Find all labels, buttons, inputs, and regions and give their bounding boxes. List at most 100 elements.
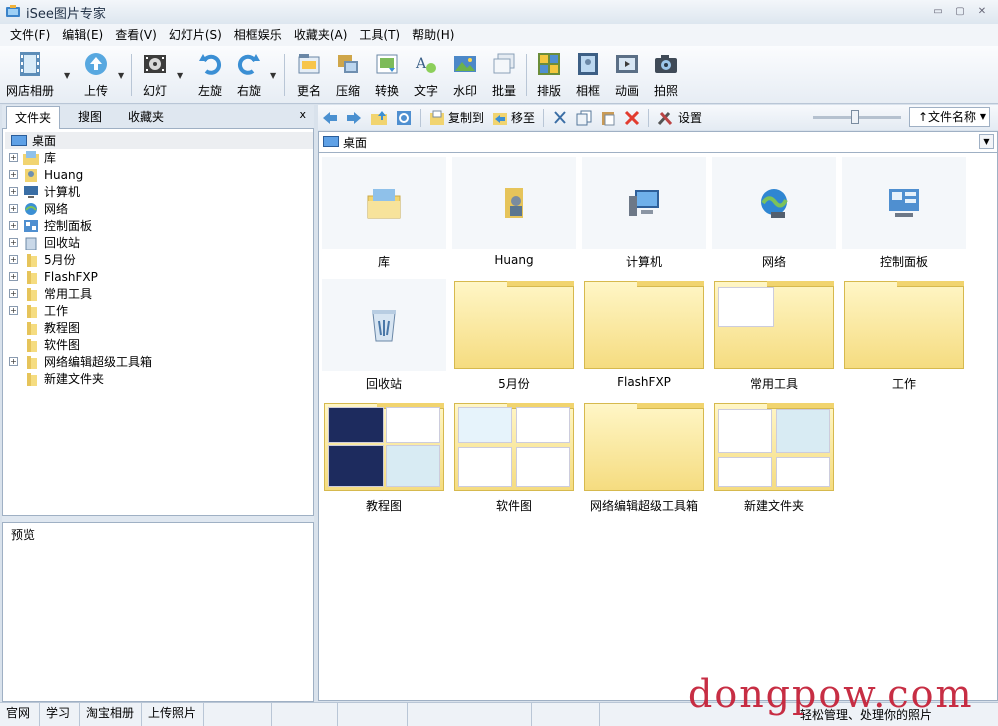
tree-item[interactable]: 教程图	[23, 319, 80, 336]
grid-item[interactable]: 工作	[842, 279, 966, 397]
animation-button[interactable]: 动画	[613, 50, 641, 100]
delete-button[interactable]	[620, 107, 644, 129]
tree-item[interactable]: + 回收站	[9, 234, 80, 251]
chevron-down-icon[interactable]: ▼	[64, 71, 70, 80]
svg-text:A: A	[415, 56, 427, 72]
status-link-taobao-album[interactable]: 淘宝相册	[80, 703, 142, 726]
batch-button[interactable]: 批量	[490, 50, 518, 100]
expand-icon[interactable]: +	[9, 306, 18, 315]
expand-icon[interactable]: +	[9, 187, 18, 196]
minimize-button[interactable]: ▭	[930, 5, 946, 19]
tree-item[interactable]: + Huang	[9, 166, 83, 183]
settings-button[interactable]: 设置	[653, 107, 706, 129]
status-panel	[532, 703, 600, 726]
grid-item[interactable]: 回收站	[322, 279, 446, 397]
tab-search-images[interactable]: 搜图	[70, 106, 110, 129]
watermark-button[interactable]: 水印	[451, 50, 479, 100]
grid-item[interactable]: 教程图	[322, 401, 446, 519]
expand-icon[interactable]: +	[9, 272, 18, 281]
expand-icon[interactable]: +	[9, 238, 18, 247]
address-bar[interactable]: 桌面 ▼	[318, 131, 998, 153]
tree-item[interactable]: + 控制面板	[9, 217, 92, 234]
paste-button[interactable]	[596, 107, 620, 129]
menu-edit[interactable]: 编辑(E)	[56, 24, 109, 46]
expand-icon[interactable]: +	[9, 289, 18, 298]
back-button[interactable]	[318, 107, 342, 129]
menu-view[interactable]: 查看(V)	[109, 24, 163, 46]
chevron-down-icon[interactable]: ▼	[177, 71, 183, 80]
grid-item[interactable]: Huang	[452, 157, 576, 275]
maximize-button[interactable]: ▢	[952, 5, 968, 19]
convert-button[interactable]: 转换	[373, 50, 401, 100]
grid-item[interactable]: 5月份	[452, 279, 576, 397]
slideshow-button[interactable]: 幻灯	[141, 50, 169, 100]
library-icon	[367, 189, 401, 219]
camera-button[interactable]: 拍照	[652, 50, 680, 100]
copy-button[interactable]	[572, 107, 596, 129]
film-reel-icon	[141, 50, 169, 78]
grid-item[interactable]: 计算机	[582, 157, 706, 275]
grid-item[interactable]: 常用工具	[712, 279, 836, 397]
tree-item[interactable]: + 计算机	[9, 183, 80, 200]
chevron-down-icon[interactable]: ▼	[118, 71, 124, 80]
menu-file[interactable]: 文件(F)	[4, 24, 56, 46]
up-folder-button[interactable]	[366, 107, 392, 129]
menu-slideshow[interactable]: 幻灯片(S)	[163, 24, 228, 46]
grid-item[interactable]: FlashFXP	[582, 279, 706, 397]
chevron-down-icon[interactable]: ▼	[979, 134, 994, 149]
grid-item[interactable]: 网络	[712, 157, 836, 275]
slider-thumb[interactable]	[851, 110, 859, 124]
tree-item[interactable]: + 常用工具	[9, 285, 92, 302]
upload-button[interactable]: 上传	[82, 50, 110, 100]
copy-to-button[interactable]: 复制到	[425, 107, 488, 129]
grid-item[interactable]: 控制面板	[842, 157, 966, 275]
expand-icon[interactable]: +	[9, 153, 18, 162]
tree-item[interactable]: +5月份	[9, 251, 76, 268]
expand-icon[interactable]: +	[9, 221, 18, 230]
expand-icon[interactable]: +	[9, 357, 18, 366]
menu-frame-fun[interactable]: 相框娱乐	[228, 24, 288, 46]
rename-button[interactable]: 更名	[295, 50, 323, 100]
move-to-button[interactable]: 移至	[488, 107, 539, 129]
chevron-down-icon[interactable]: ▼	[270, 71, 276, 80]
rotate-left-button[interactable]: 左旋	[196, 50, 224, 100]
tab-folders[interactable]: 文件夹	[6, 106, 61, 129]
grid-item[interactable]: 库	[322, 157, 446, 275]
grid-item[interactable]: 新建文件夹	[712, 401, 836, 519]
expand-icon[interactable]: +	[9, 255, 18, 264]
tree-item[interactable]: + 工作	[9, 302, 68, 319]
control-panel-icon	[889, 189, 919, 217]
tree-item[interactable]: 软件图	[23, 336, 80, 353]
expand-icon[interactable]: +	[9, 204, 18, 213]
grid-item[interactable]: 软件图	[452, 401, 576, 519]
close-pane-button[interactable]: x	[299, 108, 306, 121]
refresh-button[interactable]	[392, 107, 416, 129]
status-link-official-site[interactable]: 官网	[0, 703, 40, 726]
folder-icon	[27, 304, 37, 318]
tree-item[interactable]: + FlashFXP	[9, 268, 98, 285]
cut-button[interactable]	[548, 107, 572, 129]
grid-item[interactable]: 网络编辑超级工具箱	[582, 401, 706, 519]
tree-item-desktop[interactable]: 桌面	[5, 132, 313, 149]
preview-panel: 预览	[2, 522, 314, 702]
expand-icon[interactable]: +	[9, 170, 18, 179]
menu-favorites[interactable]: 收藏夹(A)	[288, 24, 354, 46]
sort-select[interactable]: ↑文件名称 ▼	[909, 107, 990, 127]
layout-button[interactable]: 排版	[535, 50, 563, 100]
tree-item[interactable]: + 网络编辑超级工具箱	[9, 353, 152, 370]
photo-frame-button[interactable]: 相框	[574, 50, 602, 100]
status-link-upload-photos[interactable]: 上传照片	[142, 703, 204, 726]
text-button[interactable]: A 文字	[412, 50, 440, 100]
tree-item[interactable]: 新建文件夹	[23, 370, 104, 387]
rotate-right-button[interactable]: 右旋	[235, 50, 263, 100]
menu-help[interactable]: 帮助(H)	[406, 24, 460, 46]
tab-favorites[interactable]: 收藏夹	[120, 106, 172, 129]
forward-button[interactable]	[342, 107, 366, 129]
compress-button[interactable]: 压缩	[334, 50, 362, 100]
close-button[interactable]: ✕	[974, 5, 990, 19]
tree-item[interactable]: + 库	[9, 149, 56, 166]
status-link-learn[interactable]: 学习	[40, 703, 80, 726]
shop-album-button[interactable]: 网店相册	[6, 50, 54, 100]
menu-tools[interactable]: 工具(T)	[353, 24, 406, 46]
tree-item[interactable]: + 网络	[9, 200, 68, 217]
